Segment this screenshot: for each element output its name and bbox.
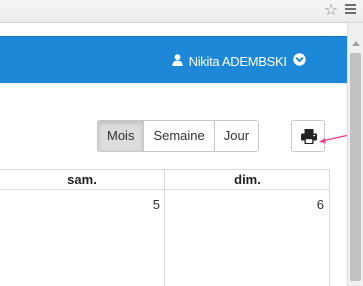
view-month-button[interactable]: Mois — [98, 121, 145, 151]
top-navbar: Nikita ADEMBSKI — [0, 36, 347, 83]
vertical-scrollbar[interactable] — [347, 23, 363, 286]
scroll-up-arrow-icon[interactable] — [352, 41, 360, 46]
scrollbar-thumb[interactable] — [350, 53, 361, 281]
navbar-shadow — [0, 83, 347, 86]
view-week-button[interactable]: Semaine — [144, 121, 215, 151]
user-name: Nikita ADEMBSKI — [188, 53, 287, 69]
print-icon — [301, 129, 317, 144]
print-button[interactable] — [291, 120, 325, 152]
user-menu[interactable]: Nikita ADEMBSKI — [172, 52, 307, 71]
calendar-week-row: 5 6 — [0, 190, 330, 286]
page-viewport: Nikita ADEMBSKI Mois Semaine Jour sam. d… — [0, 23, 347, 286]
view-day-button[interactable]: Jour — [214, 121, 259, 151]
day-cell-5[interactable]: 5 — [140, 197, 160, 212]
browser-menu-icon[interactable] — [345, 3, 357, 17]
browser-toolbar: ☆ — [0, 0, 363, 23]
bookmark-star-icon[interactable]: ☆ — [322, 1, 340, 19]
day-cell-6[interactable]: 6 — [300, 197, 324, 212]
calendar-grid: sam. dim. 5 6 — [0, 169, 330, 286]
chevron-down-circle-icon[interactable] — [293, 52, 307, 71]
user-icon — [172, 53, 183, 71]
calendar-header: sam. dim. — [0, 169, 330, 190]
view-switcher: Mois Semaine Jour — [97, 120, 260, 152]
header-saturday: sam. — [67, 172, 97, 187]
header-sunday: dim. — [234, 172, 261, 187]
